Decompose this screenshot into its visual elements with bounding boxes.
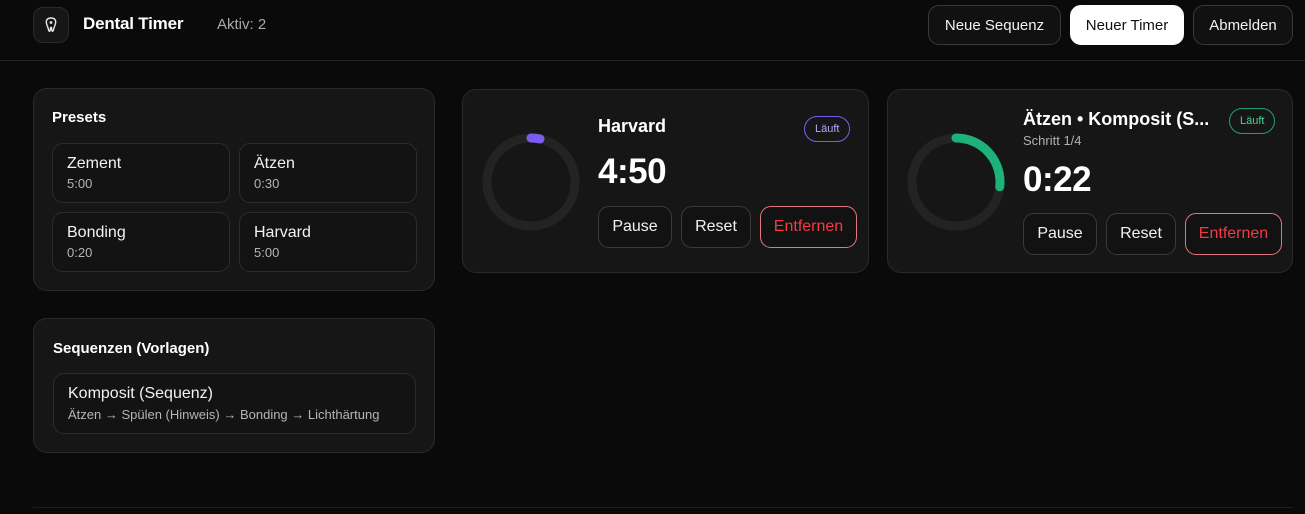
preset-name: Ätzen	[254, 155, 295, 172]
preset-bonding[interactable]: Bonding 0:20	[52, 212, 230, 272]
preset-time: 5:00	[254, 245, 280, 260]
reset-button[interactable]: Reset	[1106, 213, 1176, 255]
preset-name: Harvard	[254, 224, 311, 241]
sequences-title: Sequenzen (Vorlagen)	[53, 340, 210, 357]
preset-name: Bonding	[67, 224, 126, 241]
sequence-item-komposit[interactable]: Komposit (Sequenz) Ätzen → Spülen (Hinwe…	[53, 373, 416, 434]
reset-button[interactable]: Reset	[681, 206, 751, 248]
timer-card-harvard: Harvard Läuft 4:50 Pause Reset Entfernen	[462, 89, 869, 273]
app-title: Dental Timer	[83, 14, 184, 33]
active-count: Aktiv: 2	[217, 16, 267, 33]
remove-button[interactable]: Entfernen	[760, 206, 857, 248]
pause-button[interactable]: Pause	[1023, 213, 1097, 255]
preset-name: Zement	[67, 155, 122, 172]
sequence-steps: Ätzen → Spülen (Hinweis) → Bonding → Lic…	[68, 407, 380, 422]
preset-time: 0:30	[254, 176, 280, 191]
preset-zement[interactable]: Zement 5:00	[52, 143, 230, 203]
pause-button[interactable]: Pause	[598, 206, 672, 248]
preset-time: 5:00	[67, 176, 93, 191]
top-bar: Dental Timer Aktiv: 2 Neue Sequenz Neuer…	[0, 0, 1305, 61]
presets-title: Presets	[52, 109, 107, 126]
progress-ring	[482, 133, 580, 231]
new-sequence-button[interactable]: Neue Sequenz	[928, 5, 1061, 45]
status-badge: Läuft	[804, 116, 851, 142]
sequences-panel: Sequenzen (Vorlagen) Komposit (Sequenz) …	[33, 318, 435, 453]
timer-name: Ätzen • Komposit (S...	[1023, 109, 1210, 129]
preset-aetzen[interactable]: Ätzen 0:30	[239, 143, 417, 203]
timer-name: Harvard	[598, 116, 667, 136]
timer-remaining: 4:50	[598, 152, 667, 191]
timer-remaining: 0:22	[1023, 160, 1092, 199]
presets-panel: Presets Zement 5:00 Ätzen 0:30 Bonding 0…	[33, 88, 435, 291]
timer-step: Schritt 1/4	[1023, 133, 1082, 148]
status-badge: Läuft	[1229, 108, 1276, 134]
tooth-logo-icon	[33, 7, 69, 43]
sequence-name: Komposit (Sequenz)	[68, 385, 213, 402]
logout-button[interactable]: Abmelden	[1193, 5, 1293, 45]
new-timer-button[interactable]: Neuer Timer	[1070, 5, 1184, 45]
remove-button[interactable]: Entfernen	[1185, 213, 1282, 255]
preset-time: 0:20	[67, 245, 93, 260]
bottom-divider	[33, 507, 1293, 508]
timer-card-aetzen-komposit: Ätzen • Komposit (S... Schritt 1/4 Läuft…	[887, 89, 1293, 273]
preset-harvard[interactable]: Harvard 5:00	[239, 212, 417, 272]
progress-ring	[907, 133, 1005, 231]
